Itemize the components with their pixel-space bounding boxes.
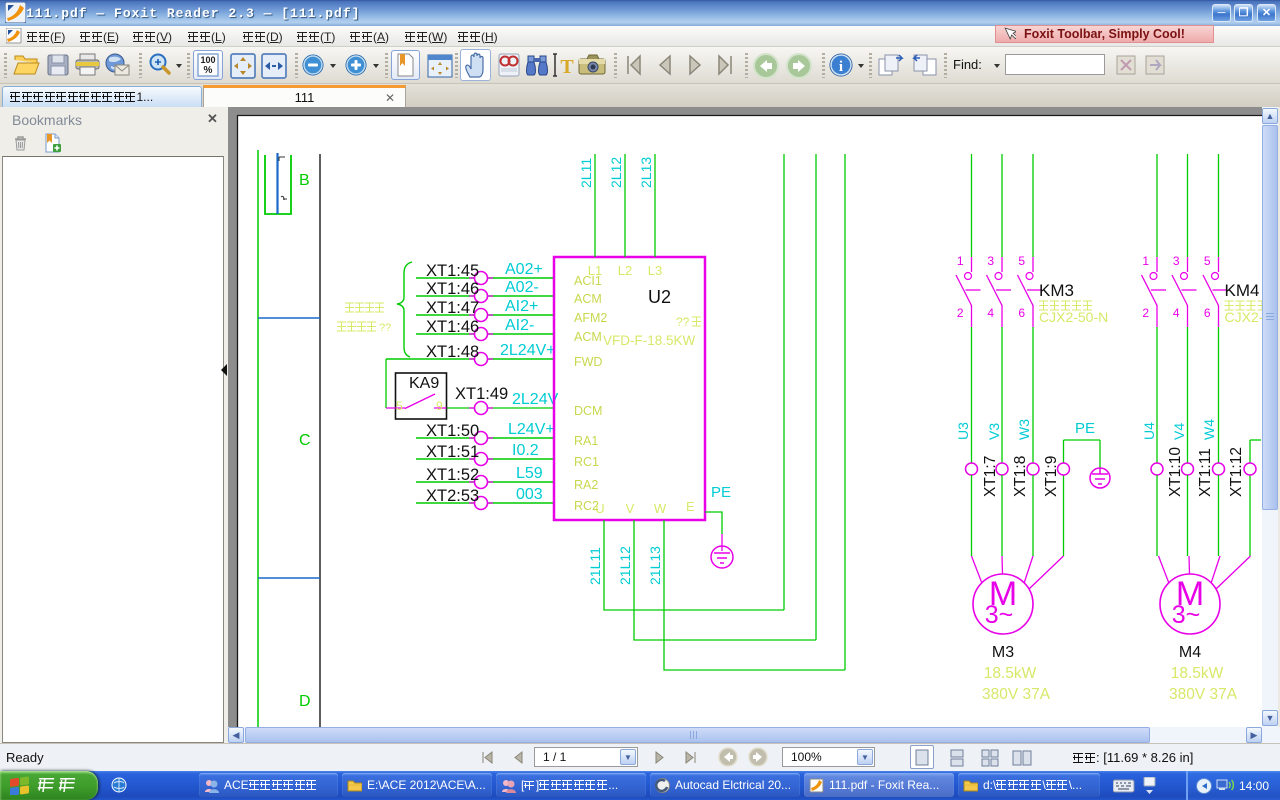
svg-text:2L11: 2L11 (578, 158, 594, 188)
svg-text:W3: W3 (1016, 419, 1032, 440)
svg-text:1: 1 (957, 254, 964, 268)
svg-text:XT1:48: XT1:48 (426, 343, 479, 361)
svg-text:21L12: 21L12 (617, 546, 633, 585)
svg-text:21L13: 21L13 (647, 546, 663, 585)
svg-text:4: 4 (1173, 306, 1180, 320)
svg-text:5: 5 (1204, 254, 1211, 268)
svg-text:KM3: KM3 (1039, 281, 1074, 300)
svg-text:5: 5 (396, 399, 403, 413)
svg-text:3~: 3~ (985, 601, 1014, 629)
svg-text:380V 37A: 380V 37A (1169, 686, 1238, 703)
svg-text:1: 1 (1142, 254, 1149, 268)
svg-text:L2: L2 (618, 263, 632, 278)
svg-text:ACM: ACM (574, 292, 602, 306)
svg-text:XT1:51: XT1:51 (426, 443, 479, 461)
svg-text:A02-: A02- (505, 279, 539, 296)
svg-text:XT1:9: XT1:9 (1043, 456, 1060, 497)
svg-text:KA9: KA9 (409, 375, 439, 392)
svg-text:V: V (626, 501, 635, 516)
svg-text:L59: L59 (516, 465, 543, 482)
svg-text:18.5kW: 18.5kW (1171, 665, 1224, 682)
svg-text:L3: L3 (648, 263, 662, 278)
svg-text:3~: 3~ (1172, 601, 1201, 629)
svg-text:M4: M4 (1179, 644, 1201, 661)
svg-text:CJX2-: CJX2- (1225, 309, 1263, 325)
svg-text:6: 6 (1018, 306, 1025, 320)
svg-text:FWD: FWD (574, 355, 602, 369)
svg-text:U4: U4 (1141, 422, 1157, 440)
svg-text:18.5kW: 18.5kW (984, 665, 1037, 682)
svg-text:5: 5 (1018, 254, 1025, 268)
svg-text:AI2-: AI2- (505, 317, 534, 334)
svg-text:XT2:53: XT2:53 (426, 487, 479, 505)
svg-text:T: T (560, 56, 574, 78)
svg-text:2: 2 (957, 306, 964, 320)
svg-text:L24V+: L24V+ (508, 421, 555, 438)
svg-text:RA2: RA2 (574, 478, 598, 492)
svg-text:4: 4 (987, 306, 994, 320)
svg-text:DCM: DCM (574, 404, 602, 418)
svg-text:U: U (595, 501, 604, 516)
svg-text:KM4: KM4 (1225, 281, 1260, 300)
svg-text:XT1:12: XT1:12 (1228, 447, 1245, 497)
svg-text:A02+: A02+ (505, 261, 543, 278)
svg-text:ACI1: ACI1 (574, 274, 602, 288)
svg-text:3: 3 (1173, 254, 1180, 268)
svg-text:2L12: 2L12 (608, 157, 624, 188)
svg-text:V4: V4 (1171, 423, 1187, 440)
svg-text:ACM: ACM (574, 330, 602, 344)
svg-text:2L24V: 2L24V (512, 391, 559, 408)
svg-text:3: 3 (987, 254, 994, 268)
svg-text:2: 2 (1142, 306, 1149, 320)
svg-text:6: 6 (1204, 306, 1211, 320)
svg-text:380V 37A: 380V 37A (982, 686, 1051, 703)
svg-text:W4: W4 (1201, 419, 1217, 440)
svg-text:W: W (654, 501, 667, 516)
svg-text:U3: U3 (955, 422, 971, 440)
svg-text:AI2+: AI2+ (505, 298, 538, 315)
svg-text:100: 100 (200, 55, 215, 65)
svg-text:AFM2: AFM2 (574, 311, 607, 325)
svg-text:XT1:50: XT1:50 (426, 422, 479, 440)
svg-text:9: 9 (436, 399, 443, 413)
svg-text:M3: M3 (992, 644, 1014, 661)
svg-text:XT1:47: XT1:47 (426, 299, 479, 317)
svg-text:%: % (204, 65, 213, 76)
svg-text:PE: PE (711, 484, 731, 501)
svg-text:E: E (686, 499, 695, 514)
svg-text:XT1:46: XT1:46 (426, 318, 479, 336)
svg-text:CJX2-50-N: CJX2-50-N (1039, 309, 1108, 325)
svg-text:2L13: 2L13 (638, 157, 654, 188)
svg-text:XT1:49: XT1:49 (455, 385, 508, 403)
svg-text:2L24V+: 2L24V+ (500, 342, 556, 359)
svg-text:XT1:11: XT1:11 (1197, 448, 1214, 497)
svg-text:B: B (299, 172, 310, 189)
svg-text:??: ?? (379, 322, 391, 334)
svg-text:U2: U2 (648, 287, 671, 307)
svg-text:i: i (839, 59, 843, 75)
svg-text:RC1: RC1 (574, 455, 599, 469)
svg-text:V3: V3 (986, 423, 1002, 440)
svg-text:D: D (299, 693, 311, 710)
svg-text:I0.2: I0.2 (512, 442, 539, 459)
svg-text:RA1: RA1 (574, 434, 598, 448)
svg-text:003: 003 (516, 486, 543, 503)
svg-text:PE: PE (1075, 420, 1095, 437)
svg-text:21L11: 21L11 (587, 547, 603, 585)
svg-text:C: C (299, 432, 311, 449)
svg-text:VFD-F-18.5KW: VFD-F-18.5KW (603, 333, 696, 348)
svg-text:XT1:45: XT1:45 (426, 262, 479, 280)
svg-text:??: ?? (676, 315, 690, 329)
svg-text:XT1:52: XT1:52 (426, 466, 479, 484)
svg-text:XT1:10: XT1:10 (1167, 447, 1184, 497)
svg-text:XT1:7: XT1:7 (982, 456, 999, 497)
svg-text:XT1:8: XT1:8 (1012, 456, 1029, 497)
svg-text:XT1:46: XT1:46 (426, 280, 479, 298)
